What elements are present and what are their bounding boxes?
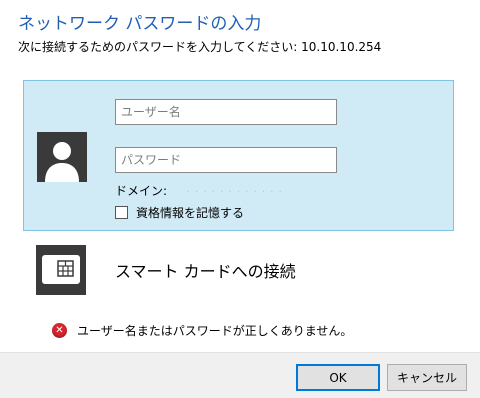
remember-label[interactable]: 資格情報を記憶する: [136, 204, 244, 221]
cancel-button[interactable]: キャンセル: [387, 364, 467, 391]
user-avatar-icon: [37, 132, 87, 182]
dialog-subtitle: 次に接続するためのパスワードを入力してください: 10.10.10.254: [18, 40, 382, 54]
password-input[interactable]: [115, 147, 337, 173]
error-message-row: ✕ ユーザー名またはパスワードが正しくありません。: [52, 322, 352, 339]
domain-value-blurred: · · · · · · · · · · · ·: [186, 187, 283, 198]
button-bar: OK キャンセル: [0, 352, 480, 398]
remember-checkbox[interactable]: [115, 206, 128, 219]
domain-row: ドメイン: · · · · · · · · · · · ·: [115, 182, 283, 199]
username-input[interactable]: [115, 99, 337, 125]
smart-card-tile[interactable]: スマート カードへの接続: [23, 241, 454, 297]
dialog-title: ネットワーク パスワードの入力: [18, 14, 262, 34]
error-message: ユーザー名またはパスワードが正しくありません。: [77, 324, 353, 338]
smart-card-label[interactable]: スマート カードへの接続: [115, 258, 296, 282]
error-x-icon: ✕: [52, 323, 67, 338]
domain-label: ドメイン:: [115, 184, 168, 198]
remember-credentials-row[interactable]: 資格情報を記憶する: [115, 204, 244, 221]
credential-tile[interactable]: ドメイン: · · · · · · · · · · · · 資格情報を記憶する: [23, 80, 454, 231]
smart-card-icon: [36, 245, 86, 295]
ok-button[interactable]: OK: [296, 364, 380, 391]
